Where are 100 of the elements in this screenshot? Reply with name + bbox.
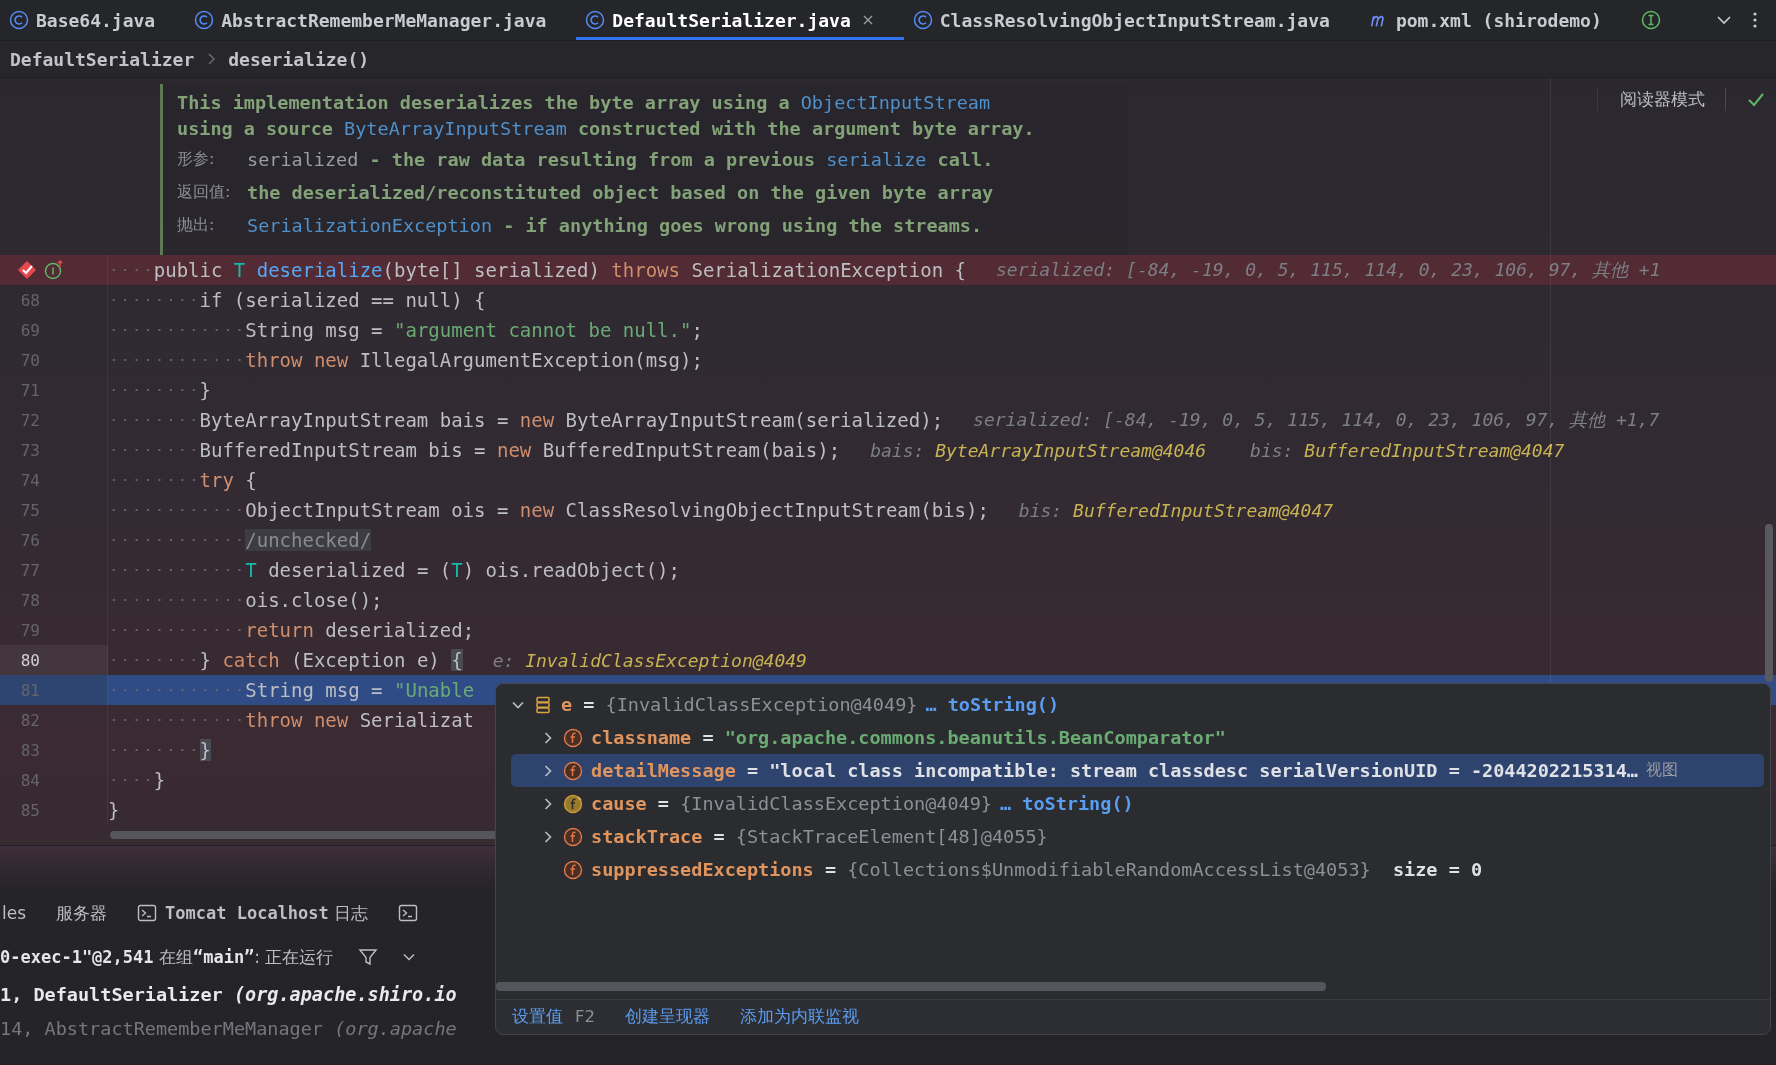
- inline-hint: bis: BufferedInputStream@4047: [1250, 439, 1565, 461]
- inline-hint: serialized: [-84, -19, 0, 5, 115, 114, 0, 23, 106, 97, 其他 +1: [996, 258, 1661, 282]
- variable-row[interactable]: e = {InvalidClassException@4049} … toString(): [511, 688, 1764, 721]
- doc-link[interactable]: SerializationException: [247, 215, 493, 236]
- line-number: 83: [19, 740, 40, 760]
- variable-row[interactable]: detailMessage = "local class incompatible: stream classdesc serialVersionUID = -2044202215314… 视图: [511, 754, 1764, 787]
- field-icon: [563, 760, 583, 781]
- line-number: 79: [19, 620, 40, 640]
- horizontal-scrollbar[interactable]: [496, 982, 1326, 991]
- field-icon: [563, 727, 583, 748]
- code-line: } catch (Exception e) {: [108, 649, 463, 671]
- code-line: ObjectInputStream ois = new ClassResolvingObjectInputStream(bis);: [108, 499, 989, 521]
- file-tab[interactable]: AbstractRememberMeManager.java: [185, 0, 577, 40]
- inline-hint: bis: BufferedInputStream@4047: [1018, 499, 1334, 521]
- line-number: 80: [19, 650, 40, 670]
- breadcrumb[interactable]: DefaultSerializer: [10, 48, 195, 70]
- more-icon[interactable]: [1752, 10, 1758, 30]
- doc-line: serialized - the raw data resulting from a previous serialize call.: [247, 149, 995, 170]
- line-number: 85: [19, 800, 40, 820]
- action-link[interactable]: 创建呈现器: [625, 1006, 710, 1028]
- doc-link[interactable]: ByteArrayInputStream: [344, 118, 567, 139]
- line-number: 77: [19, 560, 40, 580]
- stack-icon: [533, 694, 553, 715]
- implemented-icon[interactable]: [44, 260, 64, 280]
- variable-row[interactable]: classname = "org.apache.commons.beanutils.BeanComparator": [511, 721, 1764, 754]
- panel-tab[interactable]: les: [2, 903, 27, 923]
- line-number: 75: [19, 500, 40, 520]
- line-number: 74: [19, 470, 40, 490]
- panel-tab[interactable]: [398, 903, 419, 923]
- filter-icon[interactable]: [357, 947, 378, 967]
- doc-line: SerializationException - if anything goes wrong using the streams.: [247, 215, 984, 236]
- view-link[interactable]: 视图: [1646, 760, 1678, 781]
- inline-hint: bais: ByteArrayInputStream@4046: [870, 439, 1207, 461]
- line-number: 72: [19, 410, 40, 430]
- field-icon: [563, 793, 583, 814]
- action-link[interactable]: 设置值 F2: [512, 1006, 595, 1028]
- interface-icon: [1640, 10, 1661, 30]
- variable-row[interactable]: stackTrace = {StackTraceElement[48]@4055}: [511, 820, 1764, 853]
- code-line: String msg = "Unable: [108, 679, 475, 701]
- value-link[interactable]: … toString(): [925, 694, 1060, 715]
- line-number: 76: [19, 530, 40, 550]
- code-line: throw new IllegalArgumentException(msg);: [108, 349, 703, 371]
- file-tab[interactable]: Base64.java: [0, 0, 186, 40]
- chevron-right-icon: [206, 53, 217, 65]
- close-icon[interactable]: [861, 14, 874, 26]
- code-line: throw new Serializat: [108, 709, 475, 731]
- line-number: 82: [19, 710, 40, 730]
- line-number: 69: [19, 320, 40, 340]
- code-line: T deserialized = (T) ois.readObject();: [108, 559, 680, 581]
- code-line: String msg = "argument cannot be null.";: [108, 319, 703, 341]
- doc-tag-label: 返回值:: [177, 182, 232, 203]
- field-icon: [563, 826, 583, 847]
- file-tab[interactable]: DefaultSerializer.java: [576, 0, 904, 40]
- doc-line: the deserialized/reconstituted object based on the given byte array: [247, 182, 995, 203]
- inline-hint: serialized: [-84, -19, 0, 5, 115, 114, 0, 23, 106, 97, 其他 +1,7: [973, 408, 1660, 432]
- class-icon: [585, 10, 606, 30]
- breadcrumb[interactable]: deserialize(): [228, 48, 370, 70]
- code-line: public T deserialize(byte[] serialized) throws SerializationException {: [108, 259, 966, 281]
- code-line: return deserialized;: [108, 619, 475, 641]
- line-number: 70: [19, 350, 40, 370]
- file-tab[interactable]: pom.xml (shirodemo): [1359, 0, 1632, 40]
- class-icon: [194, 10, 215, 30]
- class-icon: [9, 10, 29, 30]
- doc-link[interactable]: serialize: [826, 149, 927, 170]
- line-number: 73: [19, 440, 40, 460]
- variable-entry: detailMessage = "local class incompatible: stream classdesc serialVersionUID = -2044202215314…: [591, 760, 1638, 781]
- class-icon: [912, 10, 933, 30]
- console-icon: [398, 903, 419, 923]
- doc-tag-label: 形参:: [177, 149, 216, 170]
- variable-entry: stackTrace = {StackTraceElement[48]@4055}: [591, 826, 1048, 847]
- doc-link[interactable]: ObjectInputStream: [800, 92, 991, 113]
- panel-tab[interactable]: 服务器: [56, 901, 108, 925]
- doc-line: This implementation deserializes the byte array using a ObjectInputStream: [177, 91, 992, 115]
- code-line: }: [108, 799, 120, 821]
- file-tab[interactable]: ClassResolvingObjectInputStream.java: [903, 0, 1360, 40]
- code-line: BufferedInputStream bis = new BufferedInputStream(bais);: [108, 439, 841, 461]
- variable-row[interactable]: suppressedExceptions = {Collections$UnmodifiableRandomAccessList@4053} size = 0: [511, 853, 1764, 886]
- doc-tag-label: 抛出:: [177, 215, 216, 236]
- line-number: 78: [19, 590, 40, 610]
- line-number: 71: [19, 380, 40, 400]
- console-icon: [137, 903, 158, 923]
- inline-hint: e: InvalidClassException@4049: [492, 649, 807, 671]
- action-link[interactable]: 添加为内联监视: [740, 1006, 859, 1028]
- reader-mode-button[interactable]: 阅读器模式: [1620, 88, 1726, 111]
- line-number: 68: [19, 290, 40, 310]
- variable-entry: e = {InvalidClassException@4049}: [561, 694, 918, 715]
- value-link[interactable]: … toString(): [1000, 793, 1134, 814]
- field-icon: [563, 859, 583, 880]
- vertical-scrollbar[interactable]: [1765, 524, 1773, 682]
- variable-entry: cause = {InvalidClassException@4049}: [591, 793, 992, 814]
- line-number: 84: [19, 770, 40, 790]
- variable-entry: suppressedExceptions = {Collections$UnmodifiableRandomAccessList@4053} size = 0: [591, 859, 1483, 880]
- doc-line: using a source ByteArrayInputStream constructed with the argument byte array.: [177, 117, 1036, 141]
- thread-selector[interactable]: 0-exec-1"@2,541 在组“main”: 正在运行: [0, 945, 334, 969]
- variable-row[interactable]: cause = {InvalidClassException@4049} … toString(): [511, 787, 1764, 820]
- variable-entry: classname = "org.apache.commons.beanutils.BeanComparator": [591, 727, 1226, 748]
- breakpoint-icon[interactable]: [16, 259, 38, 281]
- code-line: ByteArrayInputStream bais = new ByteArrayInputStream(serialized);: [108, 409, 944, 431]
- panel-tab[interactable]: Tomcat Localhost 日志: [137, 901, 369, 925]
- code-line: if (serialized == null) {: [108, 289, 486, 311]
